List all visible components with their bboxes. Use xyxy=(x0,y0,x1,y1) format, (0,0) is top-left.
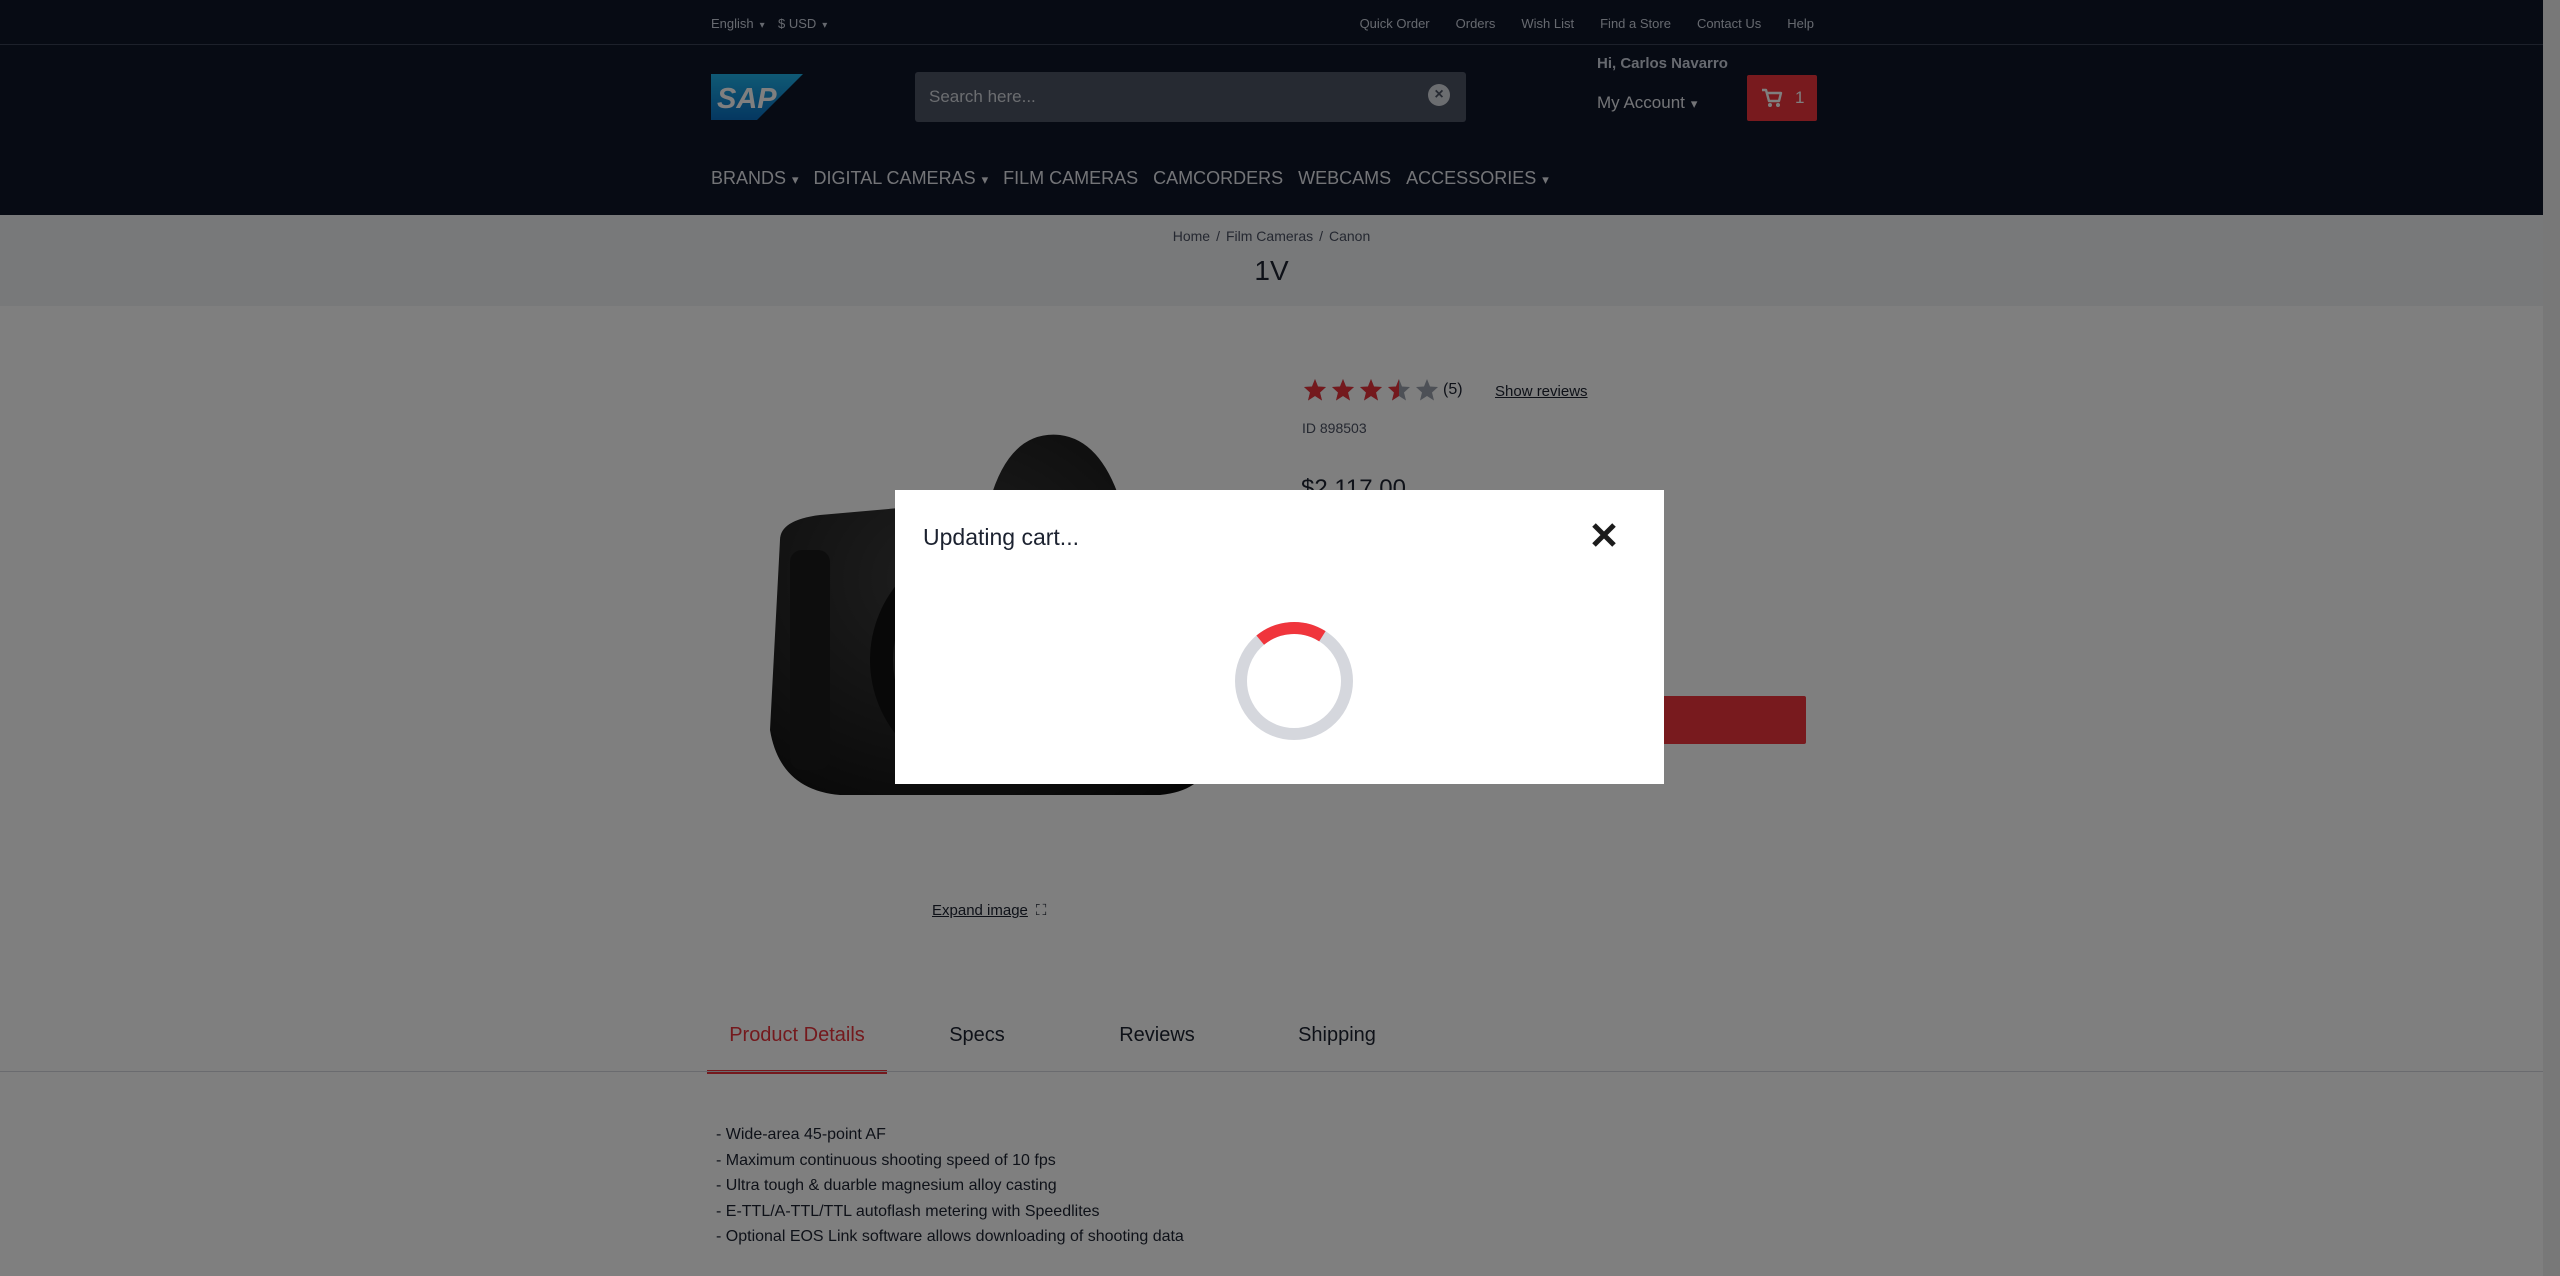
loading-spinner xyxy=(1235,622,1353,740)
close-icon[interactable] xyxy=(1589,520,1619,550)
dialog-title: Updating cart... xyxy=(923,524,1079,550)
updating-cart-dialog: Updating cart... xyxy=(895,490,1664,784)
